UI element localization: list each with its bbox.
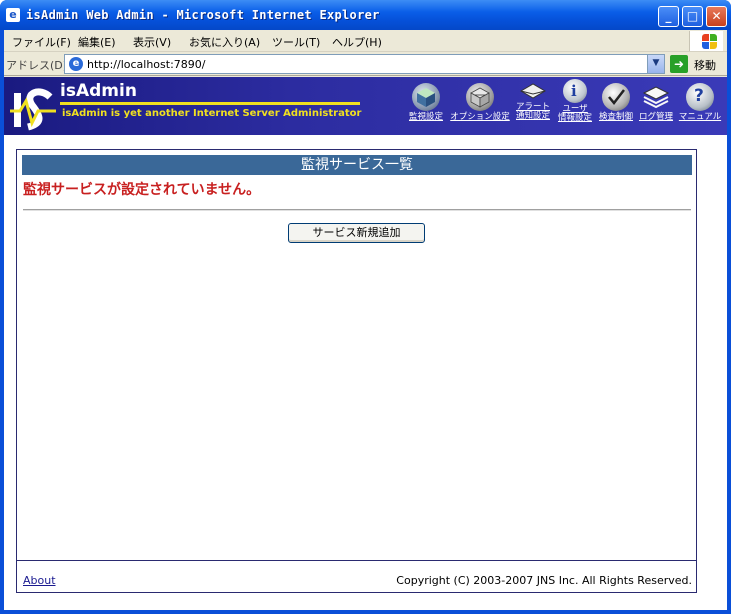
app-name: isAdmin (60, 81, 137, 101)
nav-label[interactable]: オプション設定 (448, 113, 512, 122)
nav-user-settings[interactable]: i ユーザ 情報設定 (554, 79, 596, 123)
nav-monitor-settings[interactable]: 監視設定 (404, 83, 448, 122)
copyright-text: Copyright (C) 2003-2007 JNS Inc. All Rig… (396, 574, 692, 587)
address-url[interactable]: http://localhost:7890/ (87, 58, 205, 71)
minimize-button[interactable]: _ (658, 6, 679, 27)
menu-help[interactable]: ヘルプ(H) (332, 34, 382, 50)
menu-file[interactable]: ファイル(F) (12, 34, 71, 50)
header-divider (60, 102, 360, 105)
warning-message: 監視サービスが設定されていません。 (23, 182, 261, 198)
nav-label[interactable]: 監視設定 (404, 113, 448, 122)
menu-bar: ファイル(F) 編集(E) 表示(V) お気に入り(A) ツール(T) ヘルプ(… (4, 30, 727, 52)
log-stack-icon (642, 83, 670, 111)
nav-log-management[interactable]: ログ管理 (636, 83, 676, 122)
window-title: isAdmin Web Admin - Microsoft Internet E… (26, 8, 380, 22)
go-button[interactable]: 移動 (694, 57, 716, 73)
address-label: アドレス(D) (6, 59, 68, 72)
cube-icon (412, 83, 440, 111)
nav-label-bottom[interactable]: 通知設定 (512, 112, 554, 121)
help-icon: ? (686, 83, 714, 111)
content-panel: 監視サービス一覧 監視サービスが設定されていません。 サービス新規追加 Abou… (16, 149, 697, 593)
page-viewport: isAdmin isAdmin is yet another Internet … (4, 77, 727, 610)
app-header: isAdmin isAdmin is yet another Internet … (4, 77, 727, 135)
maximize-button[interactable]: □ (682, 6, 703, 27)
info-icon: i (563, 79, 587, 103)
isadmin-logo-icon (10, 88, 56, 131)
menu-tools[interactable]: ツール(T) (272, 34, 320, 50)
nav-label[interactable]: ログ管理 (636, 113, 676, 122)
address-bar: アドレス(D) e http://localhost:7890/ ▼ ➜ 移動 (4, 52, 727, 76)
nav-label-bottom[interactable]: 情報設定 (554, 114, 596, 123)
about-link[interactable]: About (23, 574, 56, 587)
title-bar[interactable]: e isAdmin Web Admin - Microsoft Internet… (0, 0, 731, 30)
page-title: 監視サービス一覧 (22, 155, 692, 175)
add-service-button[interactable]: サービス新規追加 (288, 223, 425, 243)
address-input[interactable]: e http://localhost:7890/ ▼ (64, 54, 665, 74)
check-icon (602, 83, 630, 111)
nav-manual[interactable]: ? マニュアル (676, 83, 724, 122)
nav-label[interactable]: マニュアル (676, 113, 724, 122)
footer-divider (17, 560, 696, 561)
ie-page-icon: e (6, 8, 20, 22)
nav-inspection-control[interactable]: 検査制御 (596, 83, 636, 122)
divider (23, 209, 691, 211)
nav-alert-settings[interactable]: アラート 通知設定 (512, 81, 554, 121)
app-tagline: isAdmin is yet another Internet Server A… (62, 108, 362, 119)
alert-envelope-icon (519, 81, 547, 101)
windows-logo-icon (689, 31, 723, 51)
browser-window: e isAdmin Web Admin - Microsoft Internet… (0, 0, 731, 614)
chevron-down-icon[interactable]: ▼ (647, 55, 664, 73)
menu-edit[interactable]: 編集(E) (78, 34, 116, 50)
nav-option-settings[interactable]: オプション設定 (448, 83, 512, 122)
ie-page-icon: e (69, 57, 83, 71)
menu-view[interactable]: 表示(V) (133, 34, 171, 50)
close-button[interactable]: ✕ (706, 6, 727, 27)
gears-icon (466, 83, 494, 111)
browser-client: ファイル(F) 編集(E) 表示(V) お気に入り(A) ツール(T) ヘルプ(… (4, 30, 727, 610)
nav-label[interactable]: 検査制御 (596, 113, 636, 122)
menu-favorites[interactable]: お気に入り(A) (189, 34, 260, 50)
go-arrow-icon[interactable]: ➜ (670, 55, 688, 73)
